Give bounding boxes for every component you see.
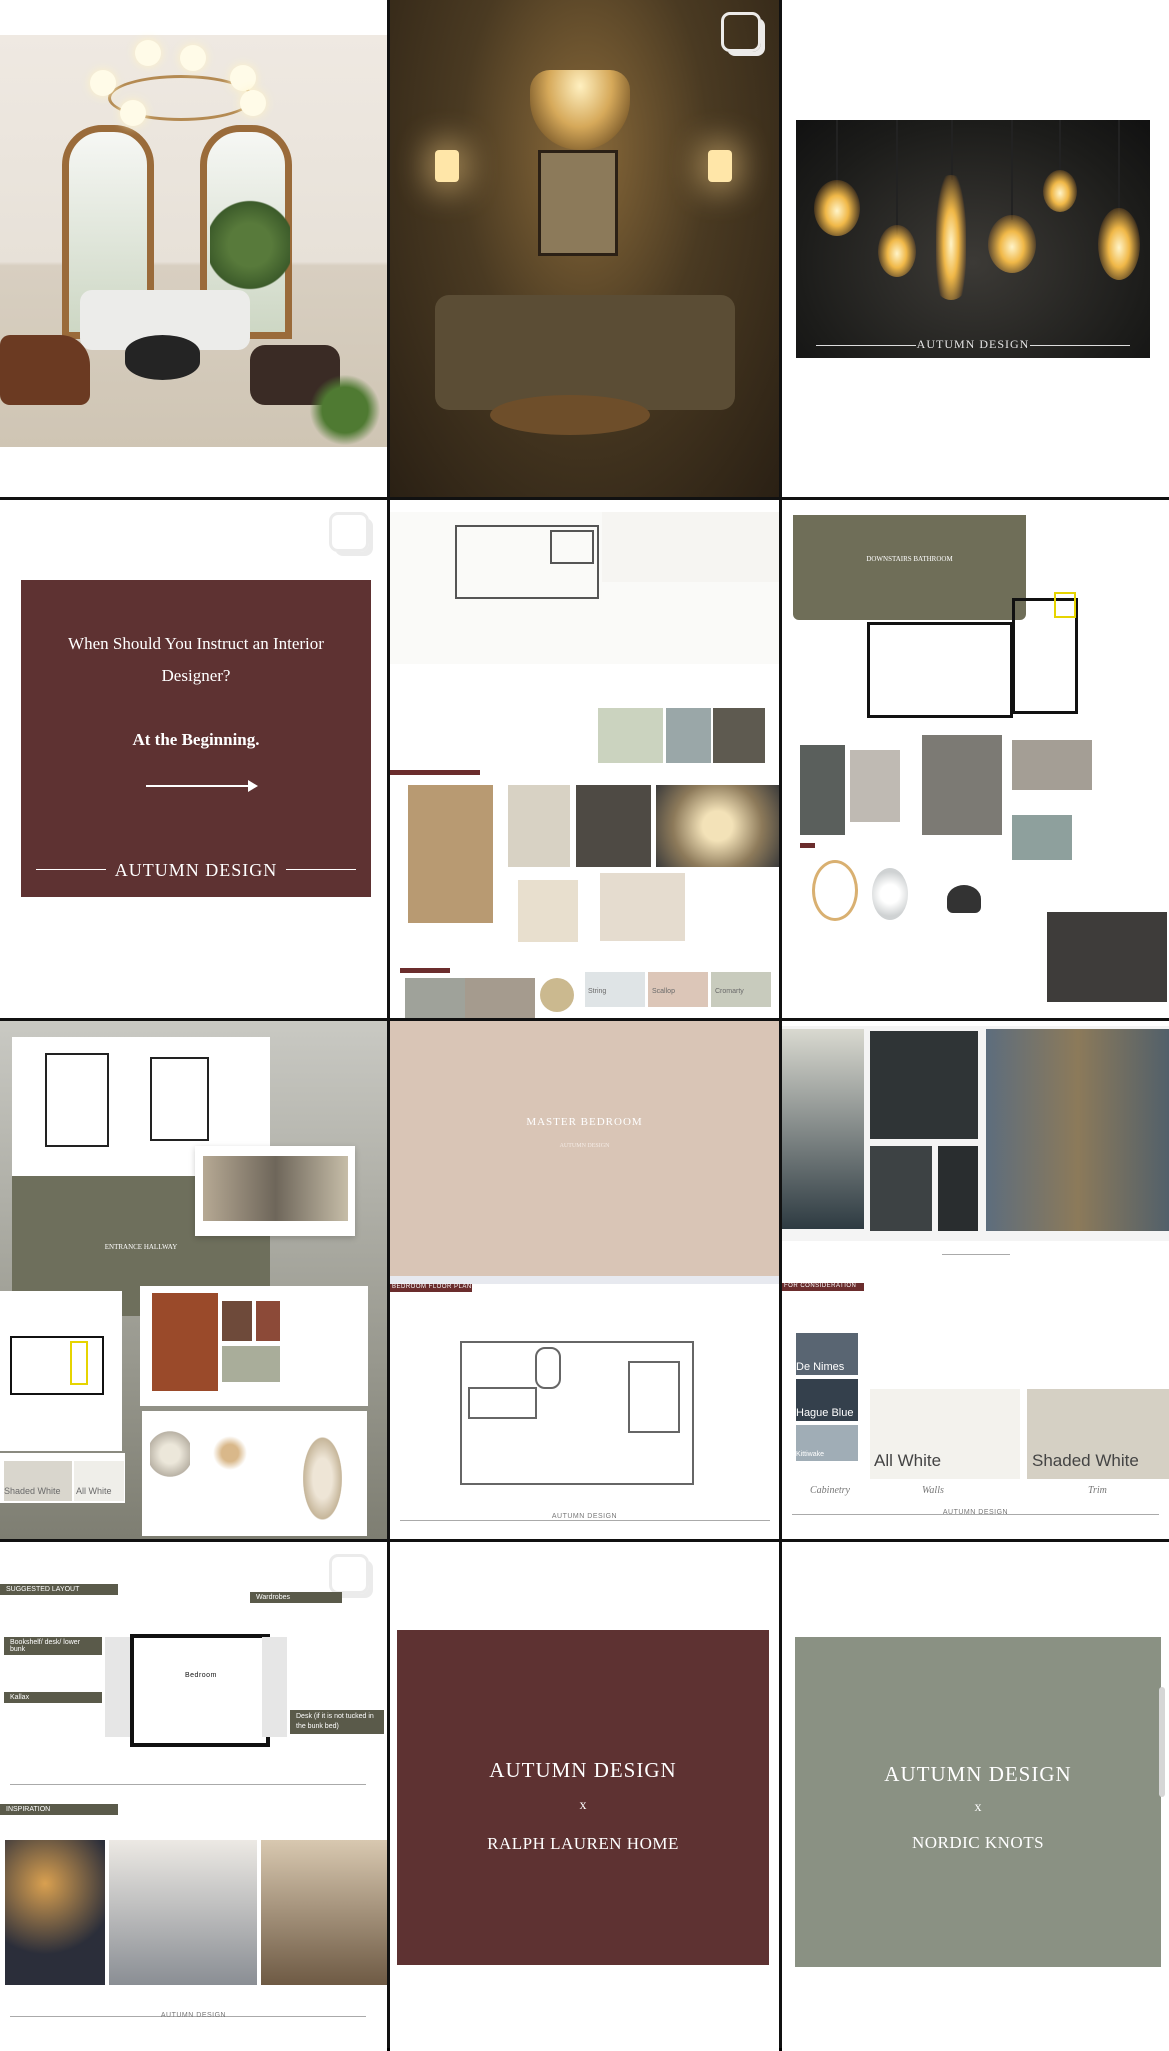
leather-chair: [0, 335, 90, 405]
plant: [210, 185, 290, 305]
section-header: ENTRANCE HALLWAY: [104, 1243, 178, 1251]
post-living-room-photo[interactable]: [0, 0, 387, 497]
wall-sconce-left: [435, 150, 459, 182]
living-room-image: [0, 35, 387, 447]
collab-card: AUTUMN DESIGN x NORDIC KNOTS: [795, 1637, 1161, 1967]
front-door-photo: [152, 1293, 218, 1391]
round-table: [490, 395, 650, 435]
post-library-palette[interactable]: FOR CONSIDERATION De Nimes Hague Blue Ki…: [782, 1021, 1169, 1539]
arrow-right-icon: [146, 780, 258, 792]
multiple-images-icon: [329, 512, 369, 552]
tile-pattern: [1012, 740, 1092, 790]
section-title: MASTER BEDROOM: [526, 1116, 643, 1128]
section-header: SUGGESTED LAYOUT: [0, 1584, 118, 1595]
partner-line: NORDIC KNOTS: [911, 1833, 1045, 1852]
profile-post-grid: AUTUMN DESIGN When Should You Instruct a…: [0, 0, 1169, 2051]
brand-text: AUTUMN DESIGN: [114, 860, 278, 880]
wall-art: [538, 150, 618, 256]
coffee-table: [125, 335, 200, 380]
post-lighting-moodboard[interactable]: String Scallop Cromarty: [390, 500, 779, 1018]
question-text: When Should You Instruct an Interior Des…: [68, 634, 324, 685]
partner-line: RALPH LAUREN HOME: [487, 1834, 679, 1853]
floor-plan: [867, 622, 1013, 718]
inspiration-photo-1: [5, 1840, 105, 1985]
post-master-bedroom[interactable]: MASTER BEDROOM AUTUMN DESIGN BEDROOM FLO…: [390, 1021, 779, 1539]
floor-plant: [300, 375, 387, 445]
post-entrance-hallway[interactable]: ENTRANCE HALLWAY Shaded White All White: [0, 1021, 387, 1539]
brand-line: AUTUMN DESIGN: [489, 1758, 677, 1782]
bedroom-plan: [130, 1634, 270, 1747]
bulbs-image: AUTUMN DESIGN: [796, 120, 1150, 358]
inspiration-photo-2: [109, 1840, 257, 1985]
post-when-to-instruct[interactable]: When Should You Instruct an Interior Des…: [0, 500, 387, 1018]
post-suggested-layout[interactable]: SUGGESTED LAYOUT Wardrobes Bookshelf/ de…: [0, 1542, 387, 2051]
sconce-photo: [408, 785, 493, 923]
library-photo-3: [986, 1029, 1169, 1231]
hallway-photos: [203, 1156, 348, 1221]
quote-card: When Should You Instruct an Interior Des…: [21, 580, 371, 897]
mirror-light: [812, 860, 858, 921]
answer-text: At the Beginning.: [132, 730, 260, 749]
cabinet-photo: [405, 978, 465, 1018]
collab-card: AUTUMN DESIGN x RALPH LAUREN HOME: [397, 1630, 769, 1965]
section-header: DOWNSTAIRS BATHROOM: [793, 515, 1026, 620]
wallpaper-swatch: [598, 708, 663, 763]
post-downstairs-bathroom[interactable]: DOWNSTAIRS BATHROOM: [782, 500, 1169, 1018]
multiple-images-icon: [721, 12, 761, 52]
wall-sconce-right: [708, 150, 732, 182]
brand-line: AUTUMN DESIGN: [884, 1762, 1072, 1786]
sofa: [435, 295, 735, 410]
section-subtitle: AUTUMN DESIGN: [559, 1143, 610, 1149]
scrollbar[interactable]: [1159, 1687, 1165, 1797]
post-ralph-lauren-collab[interactable]: AUTUMN DESIGN x RALPH LAUREN HOME: [390, 1542, 779, 2051]
inspiration-photo-3: [261, 1840, 387, 1985]
bathroom-photo: [800, 745, 845, 835]
multiple-images-icon: [329, 1554, 369, 1594]
post-evening-living-room[interactable]: [390, 0, 779, 497]
pendant-photo: [576, 785, 651, 867]
crystal-chandelier: [530, 70, 630, 150]
post-edison-bulbs[interactable]: AUTUMN DESIGN: [782, 0, 1169, 497]
library-photo-2: [870, 1031, 978, 1139]
brand-text: AUTUMN DESIGN: [916, 337, 1030, 351]
flush-light-photo: [656, 785, 779, 867]
post-nordic-knots-collab[interactable]: AUTUMN DESIGN x NORDIC KNOTS: [782, 1542, 1169, 2051]
title-panel: MASTER BEDROOM AUTUMN DESIGN: [390, 1021, 779, 1276]
bed-icon: [628, 1361, 680, 1433]
library-photo-1: [782, 1029, 864, 1229]
